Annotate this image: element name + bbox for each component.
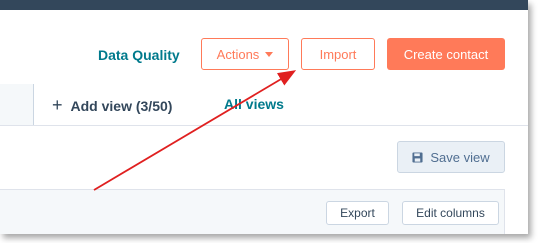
view-tabs: + Add view (3/50) All views (0, 84, 528, 126)
view-tab[interactable] (0, 84, 34, 125)
import-button-label: Import (319, 46, 357, 62)
add-view-link[interactable]: + Add view (3/50) (52, 95, 172, 116)
create-contact-button-label: Create contact (403, 46, 489, 62)
export-button-label: Export (340, 206, 375, 220)
edit-columns-button-label: Edit columns (416, 206, 485, 220)
caret-down-icon (265, 51, 274, 57)
add-view-label: Add view (3/50) (70, 97, 173, 114)
floppy-disk-icon (412, 151, 423, 163)
create-contact-button[interactable]: Create contact (387, 38, 505, 70)
table-toolbar: Export Edit columns (0, 189, 505, 234)
plus-icon: + (52, 95, 63, 115)
actions-button[interactable]: Actions (201, 38, 289, 70)
app-window: Data Quality Actions Import Create conta… (0, 0, 528, 234)
data-quality-link[interactable]: Data Quality (98, 47, 180, 63)
export-button[interactable]: Export (326, 201, 389, 225)
all-views-link[interactable]: All views (224, 96, 284, 112)
edit-columns-button[interactable]: Edit columns (402, 201, 499, 225)
save-view-button[interactable]: Save view (397, 141, 505, 173)
save-view-label: Save view (430, 149, 490, 165)
top-bar (0, 0, 528, 10)
actions-button-label: Actions (216, 46, 260, 62)
page-header-actions: Data Quality Actions Import Create conta… (0, 38, 528, 72)
import-button[interactable]: Import (301, 38, 375, 70)
